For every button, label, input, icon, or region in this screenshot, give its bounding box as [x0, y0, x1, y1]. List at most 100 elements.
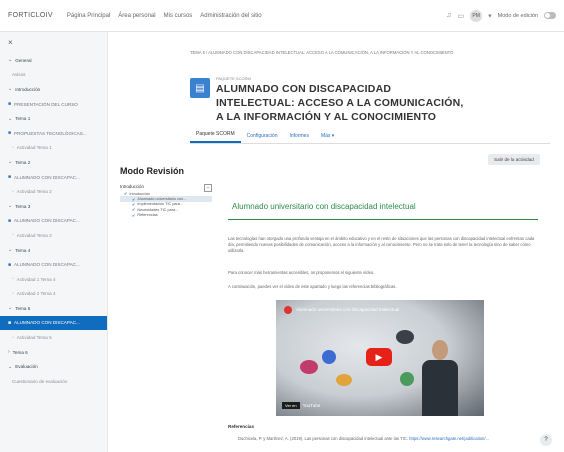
sidebar-item[interactable]: ⌄ Tema 3 [0, 199, 107, 214]
sidebar-item[interactable]: ▫ Actividad Tema 3 [0, 228, 107, 243]
chevron-down-icon: ⌄ [8, 86, 13, 93]
nav-link-site-admin[interactable]: Administración del sitio [200, 13, 261, 19]
watch-on-label: Ver en [282, 402, 300, 409]
tab-scorm-package[interactable]: Paquete SCORM [190, 131, 241, 143]
toc-item[interactable]: ✔ Referencias [120, 213, 212, 218]
sidebar-item[interactable]: ▫ Actividad Tema 1 [0, 141, 107, 156]
chevron-down-icon: ⌄ [8, 115, 13, 122]
sidebar-item-label: Tema 6 [12, 349, 28, 355]
close-icon[interactable]: × [0, 38, 107, 53]
sidebar-item[interactable]: ▫ Actividad 2 Tema 4 [0, 287, 107, 302]
sidebar-item[interactable]: ■ PRESENTACIÓN DEL CURSO [0, 97, 107, 112]
channel-avatar[interactable] [284, 306, 292, 314]
chat-icon[interactable]: ▭ [457, 12, 464, 20]
thumbnail-decoration [400, 372, 414, 386]
navbar-right: ♫ ▭ PM ▾ Modo de edición [446, 9, 556, 22]
scorm-icon: ■ [8, 217, 12, 224]
minus-square-icon[interactable]: – [204, 184, 212, 192]
nav-link-my-courses[interactable]: Mis cursos [164, 13, 193, 19]
sidebar-item[interactable]: ■ PROPUESTAS TECNOLÓGICAS... [0, 126, 107, 141]
check-icon: ✔ [132, 207, 136, 213]
references-heading: Referencias [228, 424, 255, 429]
site-brand[interactable]: FORTICLOIV [8, 12, 53, 19]
thumbnail-decoration [300, 360, 318, 374]
toc-item-label: Alumnado universitario con... [137, 197, 187, 202]
sidebar-item[interactable]: ⌄ Tema 5 [0, 301, 107, 316]
check-icon: ✔ [132, 212, 136, 218]
sidebar-item-label: Actividad Tema 1 [16, 145, 52, 151]
chevron-down-icon[interactable]: ▾ [488, 12, 492, 20]
youtube-video-embed[interactable]: Alumnado universitario con discapacidad … [276, 300, 484, 416]
play-icon[interactable]: ▶ [366, 348, 392, 366]
avatar[interactable]: PM [470, 9, 483, 22]
toc-title: Introducción [120, 184, 144, 189]
sidebar-item-label: Tema 1 [15, 116, 31, 122]
toc-item-label: Implementación TIC para... [137, 202, 184, 207]
sidebar-item[interactable]: ▫ Actividad 1 Tema 4 [0, 272, 107, 287]
youtube-logo: YouTube [302, 403, 321, 408]
doc-icon: ▫ [12, 276, 14, 283]
thumbnail-decoration [336, 374, 352, 386]
sidebar-item-label: Cuestionario de evaluación [12, 378, 68, 384]
watch-on-youtube[interactable]: Ver en YouTube [282, 402, 320, 409]
toc-item-label: Referencias [137, 213, 158, 218]
reference-link[interactable]: https://www.researchgate.net/publication… [409, 436, 489, 441]
chevron-down-icon: ⌄ [8, 247, 13, 254]
tab-settings[interactable]: Configuración [241, 133, 284, 143]
scorm-icon: ■ [8, 174, 12, 181]
sidebar-item[interactable]: ⌄ Introducción [0, 82, 107, 97]
sidebar-item-label: Actividad 1 Tema 4 [16, 276, 56, 282]
sidebar-item[interactable]: ▫ Actividad Tema 5 [0, 330, 107, 345]
sidebar-item[interactable]: ⌄ Tema 1 [0, 111, 107, 126]
sidebar-item-label: ALUMNADO CON DISCAPAC... [14, 174, 80, 180]
thumbnail-decoration [396, 330, 414, 344]
sidebar-item-label: Tema 2 [15, 159, 31, 165]
sidebar-item[interactable]: ⌄ Tema 2 [0, 155, 107, 170]
tab-reports[interactable]: Informes [284, 133, 315, 143]
sidebar-item[interactable]: ⌄ General [0, 53, 107, 68]
heading-divider [228, 219, 538, 220]
sidebar-item-label: Actividad Tema 5 [16, 335, 52, 341]
tab-more[interactable]: Más ▾ [315, 133, 340, 143]
toc-item-label: Introducción [129, 191, 151, 196]
sidebar-item[interactable]: ■ ALUMNADO CON DISCAPAC... [0, 315, 107, 331]
presenter-figure [420, 340, 460, 416]
doc-icon: ▫ [12, 232, 14, 239]
nav-link-home[interactable]: Página Principal [67, 13, 110, 19]
bell-icon[interactable]: ♫ [446, 12, 451, 19]
sidebar-item-label: Evaluación [15, 364, 38, 370]
scorm-package-icon: ▤ [190, 78, 210, 98]
sidebar-item-label: ALUMNADO CON DISCAPAC... [14, 262, 80, 268]
scorm-icon: ■ [8, 101, 12, 108]
exit-activity-button[interactable]: Salir de la actividad [488, 154, 540, 165]
doc-icon: ▫ [12, 144, 14, 151]
sidebar-item[interactable]: ⌄ Evaluación [0, 359, 107, 374]
sidebar-item-label: Actividad Tema 2 [16, 189, 52, 195]
toc-item-label: Necesidades TIC para... [137, 207, 179, 212]
sidebar-item[interactable]: ■ ALUMNADO CON DISCAPAC... [0, 257, 107, 272]
sidebar-item[interactable]: ■ ALUMNADO CON DISCAPAC... [0, 170, 107, 185]
sidebar-item[interactable]: ⌄ Tema 4 [0, 243, 107, 258]
sidebar-item-label: PROPUESTAS TECNOLÓGICAS... [14, 130, 87, 136]
sidebar-item-label: ALUMNADO CON DISCAPAC... [14, 218, 80, 224]
help-button[interactable]: ? [540, 434, 552, 446]
doc-icon: ▫ [12, 188, 14, 195]
edit-mode-toggle[interactable] [544, 12, 556, 19]
toc-list: ✔ Introducción ✔ Alumnado universitario con… [120, 191, 212, 218]
sidebar-item[interactable]: › Tema 6 [0, 345, 107, 360]
check-icon: ✔ [132, 196, 136, 202]
sidebar-item[interactable]: Cuestionario de evaluación [0, 374, 107, 389]
video-title[interactable]: Alumnado universitario con discapacidad … [296, 307, 399, 312]
chevron-down-icon: ⌄ [8, 159, 13, 166]
sidebar-item-label: Actividad 2 Tema 4 [16, 291, 56, 297]
check-icon: ✔ [124, 191, 128, 197]
breadcrumb[interactable]: TEMA 5 / ALUMNADO CON DISCAPACIDAD INTEL… [190, 50, 460, 56]
check-icon: ✔ [132, 201, 136, 207]
sidebar-item[interactable]: ▫ Actividad Tema 2 [0, 184, 107, 199]
sidebar-item[interactable]: ■ ALUMNADO CON DISCAPAC... [0, 214, 107, 229]
nav-link-dashboard[interactable]: Área personal [118, 13, 155, 19]
page-title: ALUMNADO CON DISCAPACIDAD INTELECTUAL: A… [216, 83, 464, 123]
sidebar-item[interactable]: Avisos [0, 68, 107, 83]
chevron-down-icon: ⌄ [8, 203, 13, 210]
course-index-list: ⌄ General Avisos ⌄ Introducción ■ PRESENTACIÓN… [0, 53, 107, 389]
